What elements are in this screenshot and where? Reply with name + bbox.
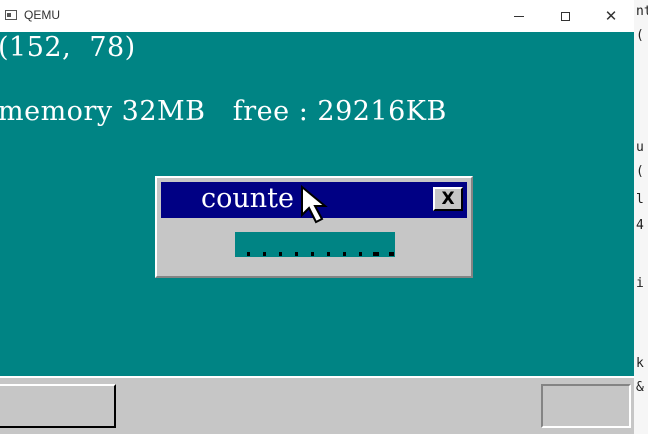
qemu-app-icon[interactable]	[5, 10, 17, 20]
close-icon: ✕	[604, 6, 618, 25]
start-button[interactable]	[0, 384, 116, 428]
maximize-icon	[560, 11, 570, 21]
editor-fragment: i	[636, 276, 644, 291]
editor-fragment: u	[636, 140, 644, 155]
minimize-button[interactable]	[496, 0, 542, 32]
close-button[interactable]: ✕	[588, 0, 634, 32]
qemu-window: QEMU ✕ (152, 78) memory 32MB free : 2921…	[0, 0, 634, 434]
window-title: QEMU	[24, 8, 60, 22]
mouse-coords-readout: (152, 78)	[0, 32, 136, 63]
editor-fragment: nt	[636, 4, 648, 19]
maximize-button[interactable]	[542, 0, 588, 32]
editor-fragment: l	[636, 192, 644, 207]
editor-fragment: k	[636, 356, 644, 371]
background-editor-sliver: nt ( u ( l 4 i k &	[634, 0, 648, 434]
counter-window-title: counte	[201, 183, 294, 214]
guest-screen[interactable]: (152, 78) memory 32MB free : 29216KB cou…	[0, 32, 634, 434]
editor-fragment: (	[636, 164, 644, 179]
guest-taskbar	[0, 376, 634, 434]
editor-fragment: (	[636, 28, 644, 43]
editor-fragment: &	[636, 380, 644, 395]
counter-digits-overflow	[239, 252, 399, 260]
system-tray	[541, 384, 631, 428]
editor-fragment: 4	[636, 218, 644, 233]
memory-status-line: memory 32MB free : 29216KB	[0, 96, 447, 127]
minimize-icon	[514, 15, 524, 17]
mouse-cursor-icon	[301, 185, 328, 224]
window-titlebar[interactable]: QEMU ✕	[0, 0, 634, 32]
close-icon: X	[441, 188, 455, 209]
counter-close-button[interactable]: X	[433, 187, 463, 211]
